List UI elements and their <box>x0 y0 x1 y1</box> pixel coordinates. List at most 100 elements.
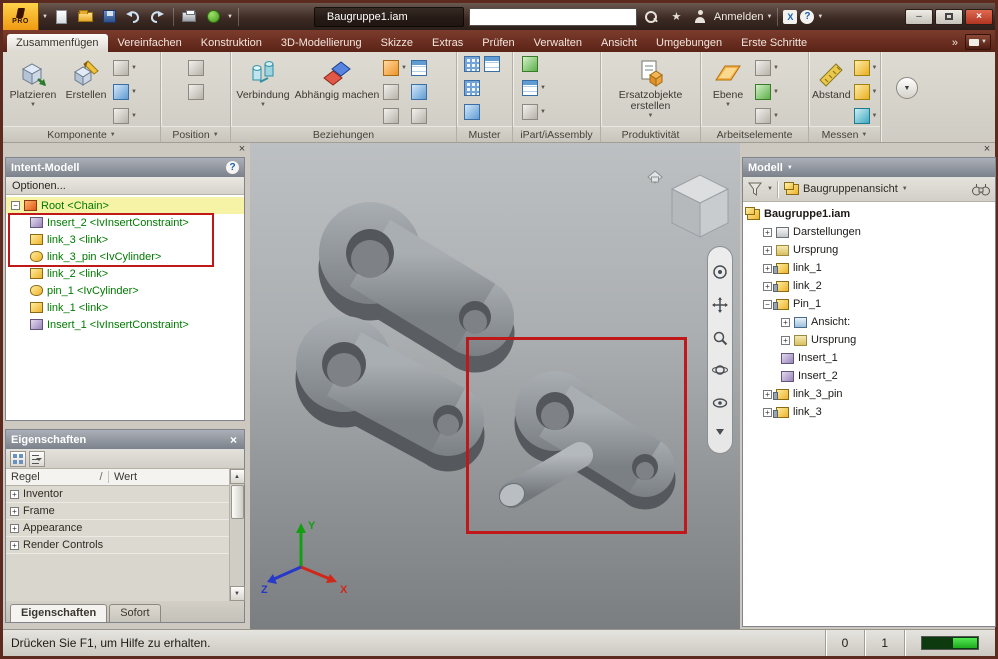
tab-umgebungen[interactable]: Umgebungen <box>647 34 731 52</box>
property-row-render-controls[interactable]: + Render Controls <box>6 537 229 554</box>
model-tree-item-link1[interactable]: + link_1 <box>743 259 995 277</box>
switch-windows-button[interactable]: ▼ <box>965 34 991 50</box>
abhaengig-machen-button[interactable]: Abhängig machen <box>294 55 380 101</box>
replace-component-button[interactable]: ▼ <box>112 59 138 77</box>
hide-constraints-button[interactable] <box>410 83 428 101</box>
find-binoculars-icon[interactable] <box>971 182 991 196</box>
app-menu-caret-icon[interactable]: ▼ <box>42 14 48 20</box>
erstellen-button[interactable]: Erstellen <box>62 55 110 101</box>
chain-link-selected[interactable] <box>495 371 676 511</box>
intent-tree-item-link2[interactable]: link_2 <link> <box>6 265 244 282</box>
tab-skizze[interactable]: Skizze <box>372 34 422 52</box>
ersatzobjekte-button[interactable]: Ersatzobjekte erstellen ▼ <box>605 55 697 119</box>
model-tree-item-insert2[interactable]: Insert_2 <box>743 367 995 385</box>
tab-zusammenfuegen[interactable]: Zusammenfügen <box>7 34 108 52</box>
signin-button[interactable] <box>690 6 711 27</box>
close-left-dock-button[interactable]: × <box>235 143 249 156</box>
scroll-down-icon[interactable]: ▼ <box>229 586 245 601</box>
expand-toggle[interactable]: + <box>10 523 19 533</box>
orbit-icon[interactable] <box>712 362 728 378</box>
column-rule-header[interactable]: Regel <box>6 471 94 483</box>
minimize-button[interactable]: – <box>905 8 933 25</box>
verbindung-button[interactable]: Verbindung ▼ <box>234 55 292 108</box>
model-title-caret-icon[interactable]: ▼ <box>787 165 793 171</box>
drive-constraint-button[interactable] <box>382 107 408 125</box>
help-button[interactable]: ? <box>800 9 815 24</box>
assemble-button[interactable]: ▼ <box>382 59 408 77</box>
navigation-wheel-icon[interactable] <box>712 264 728 280</box>
search-input[interactable] <box>468 7 637 26</box>
show-constraints-button[interactable] <box>410 59 428 77</box>
model-tree-item-link3[interactable]: + link_3 <box>743 403 995 421</box>
tab-pruefen[interactable]: Prüfen <box>473 34 523 52</box>
tab-eigenschaften[interactable]: Eigenschaften <box>10 604 108 622</box>
rectangular-pattern-button[interactable] <box>463 55 481 73</box>
group-label-komponente[interactable]: Komponente ▼ <box>3 126 160 142</box>
tab-konstruktion[interactable]: Konstruktion <box>192 34 271 52</box>
copy-components-button[interactable]: ▼ <box>112 107 138 125</box>
expand-toggle[interactable]: + <box>763 407 772 417</box>
properties-grid-header[interactable]: Regel / Wert <box>6 469 229 486</box>
viewport[interactable]: Y X Z <box>250 143 740 629</box>
group-label-position[interactable]: Position ▼ <box>161 126 230 142</box>
redo-button[interactable] <box>147 6 168 27</box>
expand-toggle[interactable]: + <box>763 281 772 291</box>
scroll-thumb[interactable] <box>230 485 244 519</box>
mirror-components-button[interactable]: ▼ <box>112 83 138 101</box>
platzieren-button[interactable]: Platzieren ▼ <box>6 55 60 108</box>
work-point-button[interactable]: ▼ <box>754 83 780 101</box>
intent-options-button[interactable]: Optionen... <box>6 177 244 195</box>
create-iassembly-button[interactable] <box>521 55 539 73</box>
group-label-messen[interactable]: Messen ▼ <box>809 126 880 142</box>
filter-icon[interactable] <box>747 181 763 197</box>
open-button[interactable] <box>75 6 96 27</box>
pattern-table-button[interactable] <box>483 55 501 73</box>
expand-toggle[interactable]: + <box>763 227 772 237</box>
model-tree-item-darstellungen[interactable]: + Darstellungen <box>743 223 995 241</box>
favorites-button[interactable]: ★ <box>666 6 687 27</box>
tab-verwalten[interactable]: Verwalten <box>525 34 591 52</box>
update-button[interactable] <box>203 6 224 27</box>
properties-scrollbar[interactable]: ▲ ▼ <box>229 469 245 601</box>
ribbon-options-button[interactable]: ▼ <box>896 77 918 99</box>
column-value-header[interactable]: Wert <box>108 471 229 483</box>
model-tree-item-link2[interactable]: + link_2 <box>743 277 995 295</box>
model-tree-item-link3-pin[interactable]: + link_3_pin <box>743 385 995 403</box>
expand-toggle[interactable]: + <box>10 506 19 516</box>
intent-tree-item-pin1[interactable]: pin_1 <IvCylinder> <box>6 282 244 299</box>
model-tree-item-assembly-root[interactable]: Baugruppe1.iam <box>743 205 995 223</box>
intent-tree-item-insert1[interactable]: Insert_1 <IvInsertConstraint> <box>6 316 244 333</box>
intent-tree-item-root[interactable]: − Root <Chain> <box>6 197 244 214</box>
expand-toggle[interactable]: + <box>763 263 772 273</box>
measure-area-button[interactable]: ▼ <box>853 107 879 125</box>
tab-ansicht[interactable]: Ansicht <box>592 34 646 52</box>
pan-icon[interactable] <box>712 296 728 313</box>
abstand-button[interactable]: Abstand <box>812 55 851 101</box>
close-right-dock-button[interactable]: × <box>980 143 994 156</box>
look-at-icon[interactable] <box>712 395 728 411</box>
zoom-icon[interactable] <box>712 330 728 346</box>
model-tree-item-ansicht[interactable]: + Ansicht: <box>743 313 995 331</box>
work-axis-button[interactable]: ▼ <box>754 59 780 77</box>
expand-toggle[interactable]: + <box>781 335 790 345</box>
model-panel-titlebar[interactable]: Modell ▼ <box>743 158 995 177</box>
mirror-pattern-button[interactable] <box>463 103 481 121</box>
ucs-button[interactable]: ▼ <box>754 107 780 125</box>
tab-extras[interactable]: Extras <box>423 34 472 52</box>
property-row-frame[interactable]: + Frame <box>6 503 229 520</box>
free-rotate-button[interactable] <box>187 83 205 101</box>
tab-vereinfachen[interactable]: Vereinfachen <box>109 34 191 52</box>
group-label-ipart[interactable]: iPart/iAssembly <box>513 126 600 142</box>
application-menu-button[interactable]: PRO <box>3 3 39 30</box>
constraint-settings-button[interactable] <box>410 107 428 125</box>
ipart-author-button[interactable]: ▼ <box>521 79 547 97</box>
exchange-apps-button[interactable]: X <box>783 9 798 24</box>
group-label-muster[interactable]: Muster <box>457 126 512 142</box>
tab-overflow-chevron-icon[interactable]: » <box>946 37 964 52</box>
tab-3d-modellierung[interactable]: 3D-Modellierung <box>272 34 371 52</box>
navbar-more-chevron-icon[interactable] <box>714 428 726 436</box>
model-tree-item-ursprung[interactable]: + Ursprung <box>743 241 995 259</box>
intent-panel-titlebar[interactable]: Intent-Modell ? <box>6 158 244 177</box>
edit-factory-button[interactable]: ▼ <box>521 103 547 121</box>
free-move-button[interactable] <box>187 59 205 77</box>
